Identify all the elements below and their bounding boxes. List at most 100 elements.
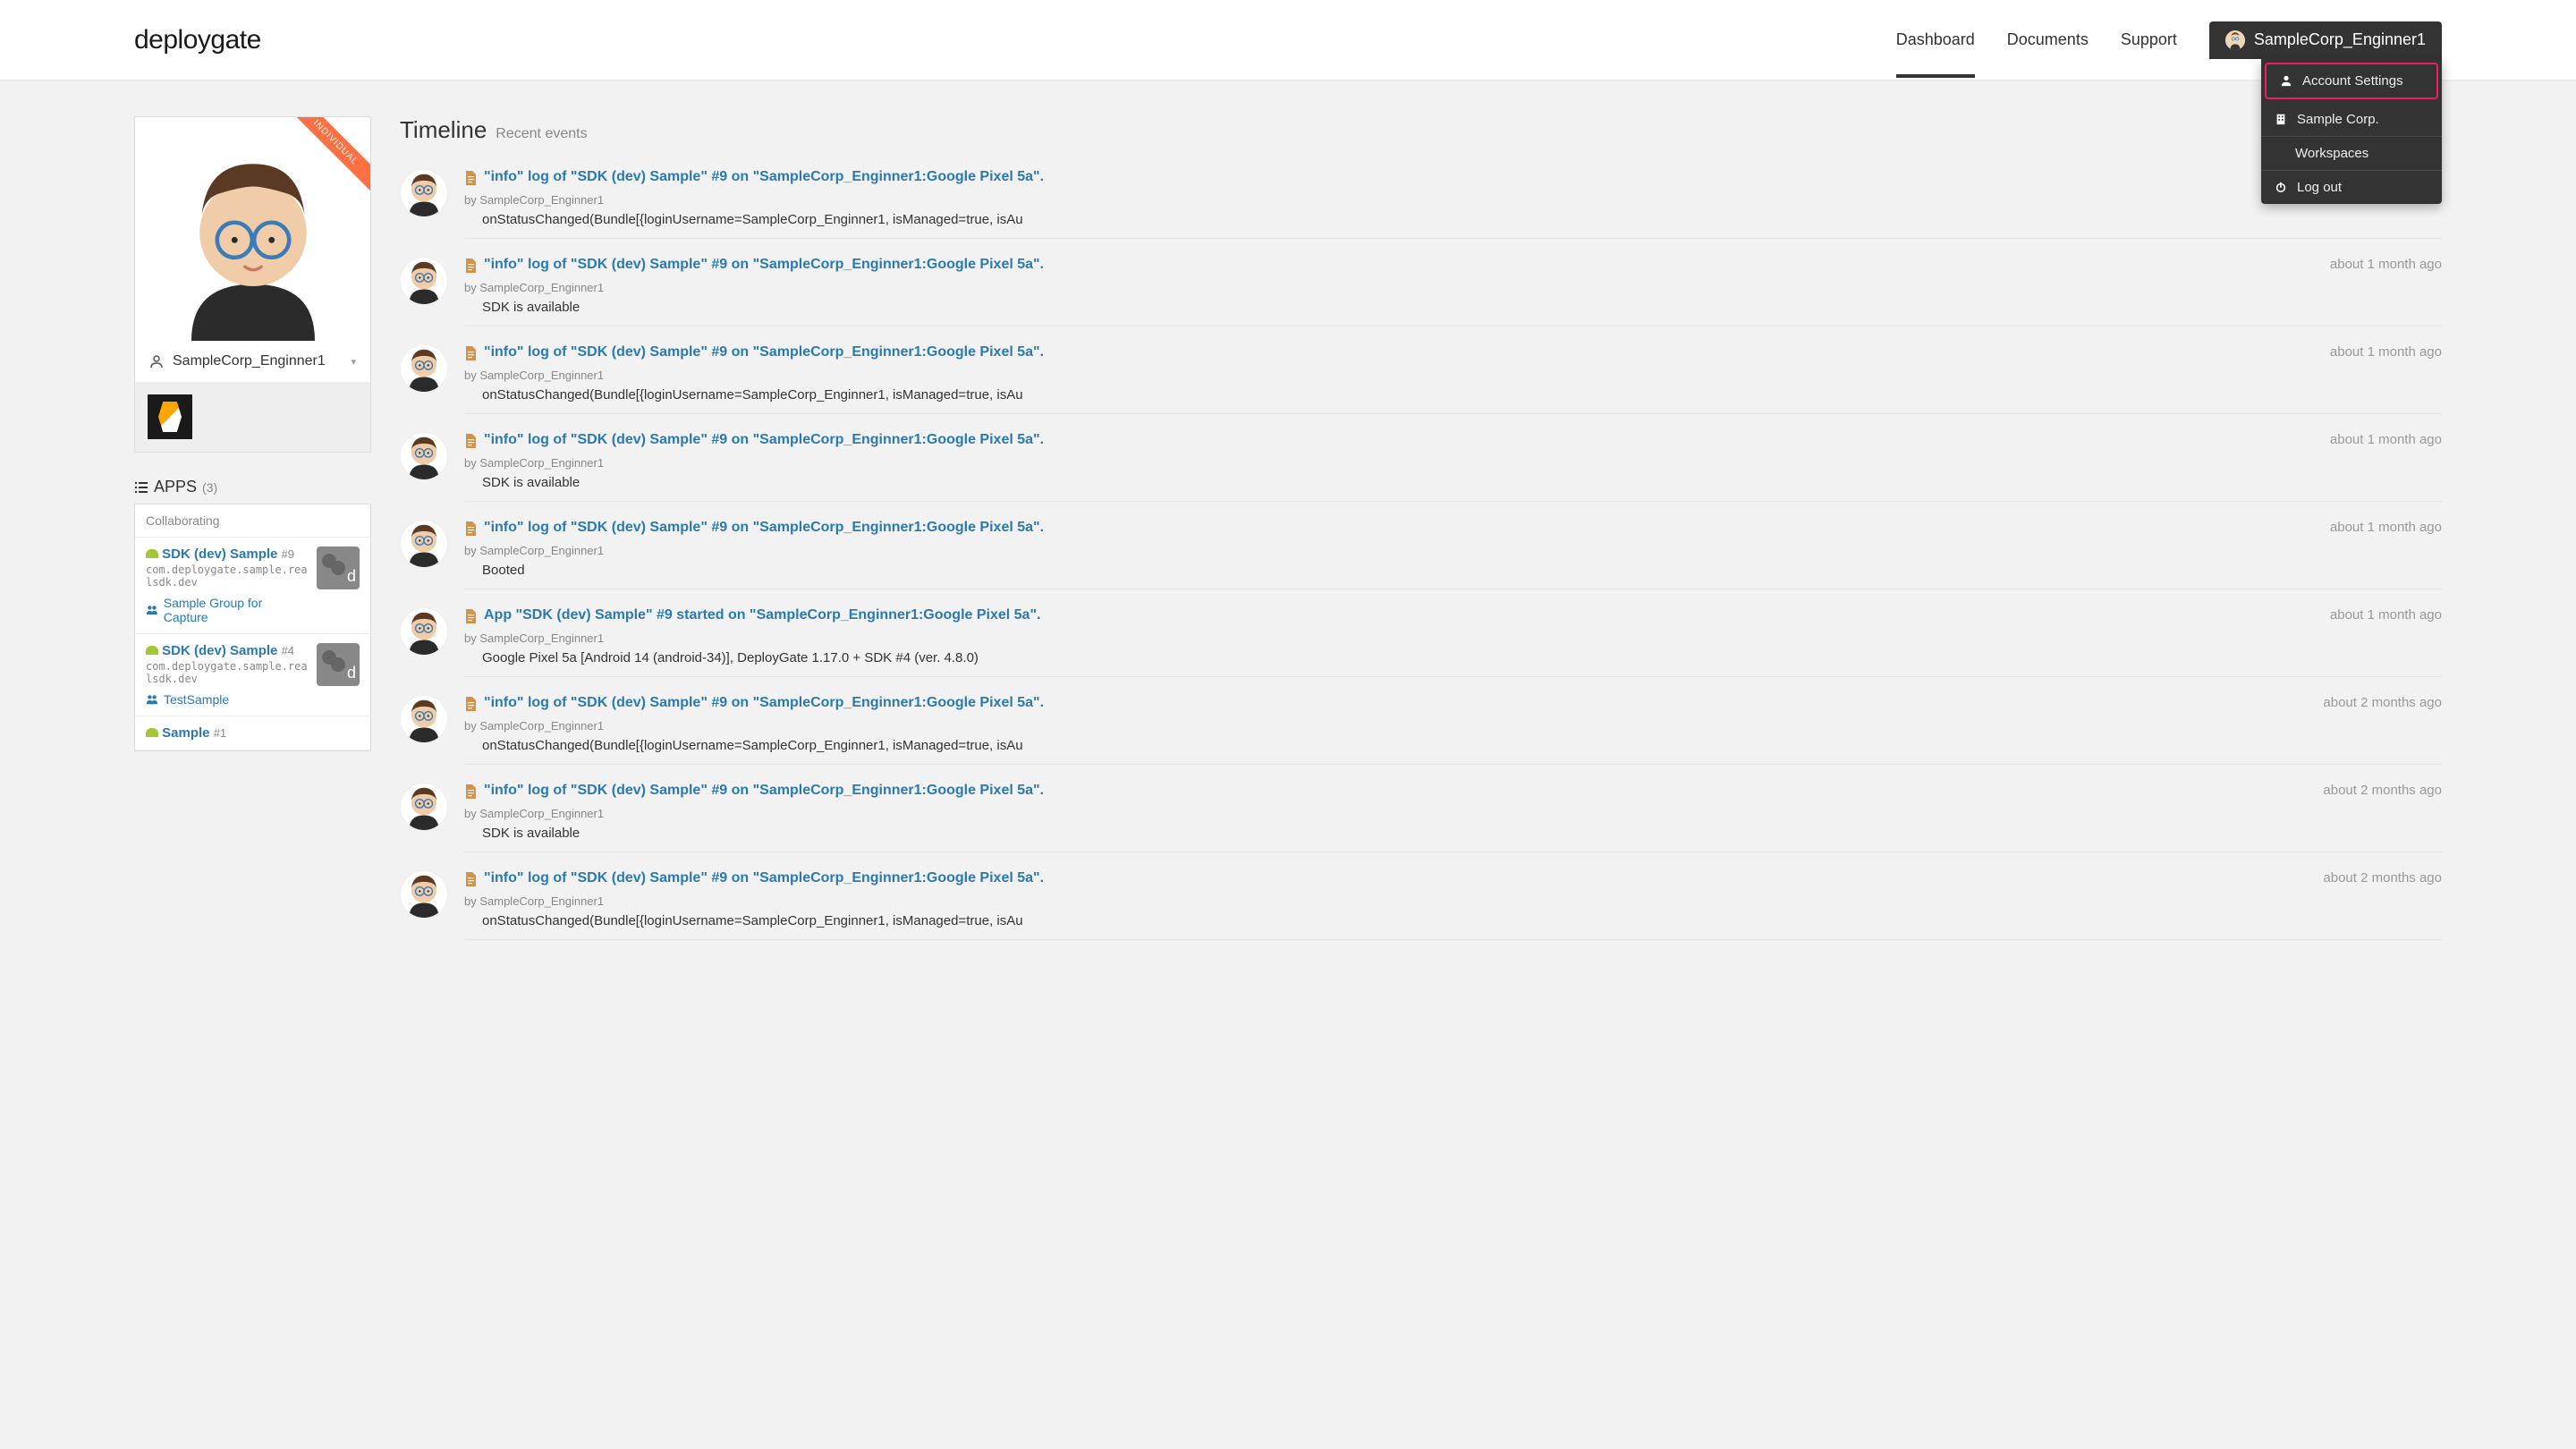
event-title-link[interactable]: App "SDK (dev) Sample" #9 started on "Sa… [484,607,2312,623]
event-by: by SampleCorp_Enginner1 [464,369,2442,382]
dropdown-account-settings[interactable]: Account Settings [2265,63,2438,99]
timeline-event: "info" log of "SDK (dev) Sample" #9 on "… [400,774,2442,861]
event-message: SDK is available [482,300,2442,315]
app-item[interactable]: SDK (dev) Sample #9com.deploygate.sample… [135,538,370,634]
file-icon [464,609,477,628]
android-icon [146,549,158,558]
person-icon [2279,73,2293,88]
event-by: by SampleCorp_Enginner1 [464,193,2442,207]
app-item[interactable]: SDK (dev) Sample #4com.deploygate.sample… [135,634,370,716]
app-thumbnail: d [317,643,360,686]
logo-part1: deploy [134,25,210,55]
file-icon [464,346,477,365]
nav-dashboard[interactable]: Dashboard [1896,2,1975,78]
timeline-event: "info" log of "SDK (dev) Sample" #9 on "… [400,861,2442,949]
caret-down-icon: ▾ [351,356,356,368]
dropdown-logout-label: Log out [2297,180,2342,195]
app-item[interactable]: Sample #1 [135,716,370,750]
content: Timeline Recent events "info" log of "SD… [400,116,2442,949]
apps-header-label: APPS [154,478,197,496]
event-time: about 2 months ago [2323,783,2442,798]
file-icon [464,434,477,453]
event-avatar [400,520,448,568]
app-group-link[interactable]: Sample Group for Capture [146,596,308,624]
event-title-link[interactable]: "info" log of "SDK (dev) Sample" #9 on "… [484,257,2312,273]
profile-name-select[interactable]: SampleCorp_Enginner1 ▾ [135,341,370,382]
dropdown-workspaces-label: Workspaces [2295,146,2368,161]
event-message: onStatusChanged(Bundle[{loginUsername=Sa… [482,913,2442,928]
timeline-header: Timeline Recent events [400,116,2442,144]
event-by: by SampleCorp_Enginner1 [464,281,2442,294]
event-avatar [400,607,448,656]
event-title-link[interactable]: "info" log of "SDK (dev) Sample" #9 on "… [484,432,2312,448]
event-avatar [400,870,448,919]
file-icon [464,171,477,190]
timeline-event: App "SDK (dev) Sample" #9 started on "Sa… [400,598,2442,686]
timeline-event: "info" log of "SDK (dev) Sample" #9 on "… [400,686,2442,774]
event-message: Booted [482,563,2442,578]
event-title-link[interactable]: "info" log of "SDK (dev) Sample" #9 on "… [484,870,2305,886]
power-icon [2274,180,2288,194]
profile-card: INDIVIDUAL SampleCorp_E [134,116,371,453]
org-badge[interactable] [148,394,192,439]
app-group-link[interactable]: TestSample [146,692,308,707]
event-title-link[interactable]: "info" log of "SDK (dev) Sample" #9 on "… [484,783,2305,799]
event-message: onStatusChanged(Bundle[{loginUsername=Sa… [482,212,2442,227]
user-menu[interactable]: SampleCorp_Enginner1 Account Settings Sa… [2209,21,2442,59]
event-time: about 1 month ago [2330,520,2442,535]
event-time: about 1 month ago [2330,607,2442,623]
person-icon [149,354,164,369]
dropdown-workspaces[interactable]: Workspaces [2261,137,2442,171]
event-title-link[interactable]: "info" log of "SDK (dev) Sample" #9 on "… [484,169,2424,185]
timeline-title: Timeline [400,116,487,144]
timeline-event: "info" log of "SDK (dev) Sample" #9 on "… [400,423,2442,511]
apps-collaborating-label: Collaborating [135,504,370,538]
event-by: by SampleCorp_Enginner1 [464,544,2442,557]
org-row [135,382,370,452]
file-icon [464,521,477,540]
file-icon [464,784,477,803]
user-dropdown: Account Settings Sample Corp. Workspaces… [2261,59,2442,204]
event-time: about 2 months ago [2323,695,2442,710]
apps-count: (3) [202,480,217,495]
event-title-link[interactable]: "info" log of "SDK (dev) Sample" #9 on "… [484,344,2312,360]
event-message: onStatusChanged(Bundle[{loginUsername=Sa… [482,387,2442,402]
event-avatar [400,169,448,217]
event-by: by SampleCorp_Enginner1 [464,807,2442,820]
event-by: by SampleCorp_Enginner1 [464,456,2442,470]
logo-part2: gate [210,25,260,55]
user-name: SampleCorp_Enginner1 [2254,30,2426,49]
nav-documents[interactable]: Documents [2007,2,2089,78]
building-icon [2274,112,2288,126]
event-time: about 1 month ago [2330,344,2442,360]
apps-box: Collaborating SDK (dev) Sample #9com.dep… [134,504,371,751]
android-icon [146,646,158,655]
sidebar: INDIVIDUAL SampleCorp_E [134,116,371,751]
event-message: SDK is available [482,826,2442,841]
dropdown-account-settings-label: Account Settings [2302,73,2403,89]
dropdown-org-label: Sample Corp. [2297,112,2379,127]
timeline-event: "info" log of "SDK (dev) Sample" #9 on "… [400,248,2442,335]
event-time: about 2 months ago [2323,870,2442,886]
timeline-event: "info" log of "SDK (dev) Sample" #9 on "… [400,511,2442,598]
app-title: SDK (dev) Sample #9 [146,547,308,562]
logo[interactable]: deploygate [134,25,261,55]
dropdown-org[interactable]: Sample Corp. [2261,103,2442,137]
main: INDIVIDUAL SampleCorp_E [0,80,2576,985]
event-time: about 1 month ago [2330,432,2442,447]
app-title: Sample #1 [146,725,360,741]
app-title: SDK (dev) Sample #4 [146,643,308,658]
event-avatar [400,432,448,480]
event-title-link[interactable]: "info" log of "SDK (dev) Sample" #9 on "… [484,695,2305,711]
apps-header: APPS (3) [134,478,371,496]
android-icon [146,728,158,737]
profile-name: SampleCorp_Enginner1 [173,353,326,369]
event-avatar [400,344,448,393]
file-icon [464,697,477,716]
dropdown-logout[interactable]: Log out [2261,171,2442,204]
nav-support[interactable]: Support [2121,2,2177,78]
event-by: by SampleCorp_Enginner1 [464,631,2442,645]
event-avatar [400,783,448,831]
event-by: by SampleCorp_Enginner1 [464,894,2442,908]
event-title-link[interactable]: "info" log of "SDK (dev) Sample" #9 on "… [484,520,2312,536]
